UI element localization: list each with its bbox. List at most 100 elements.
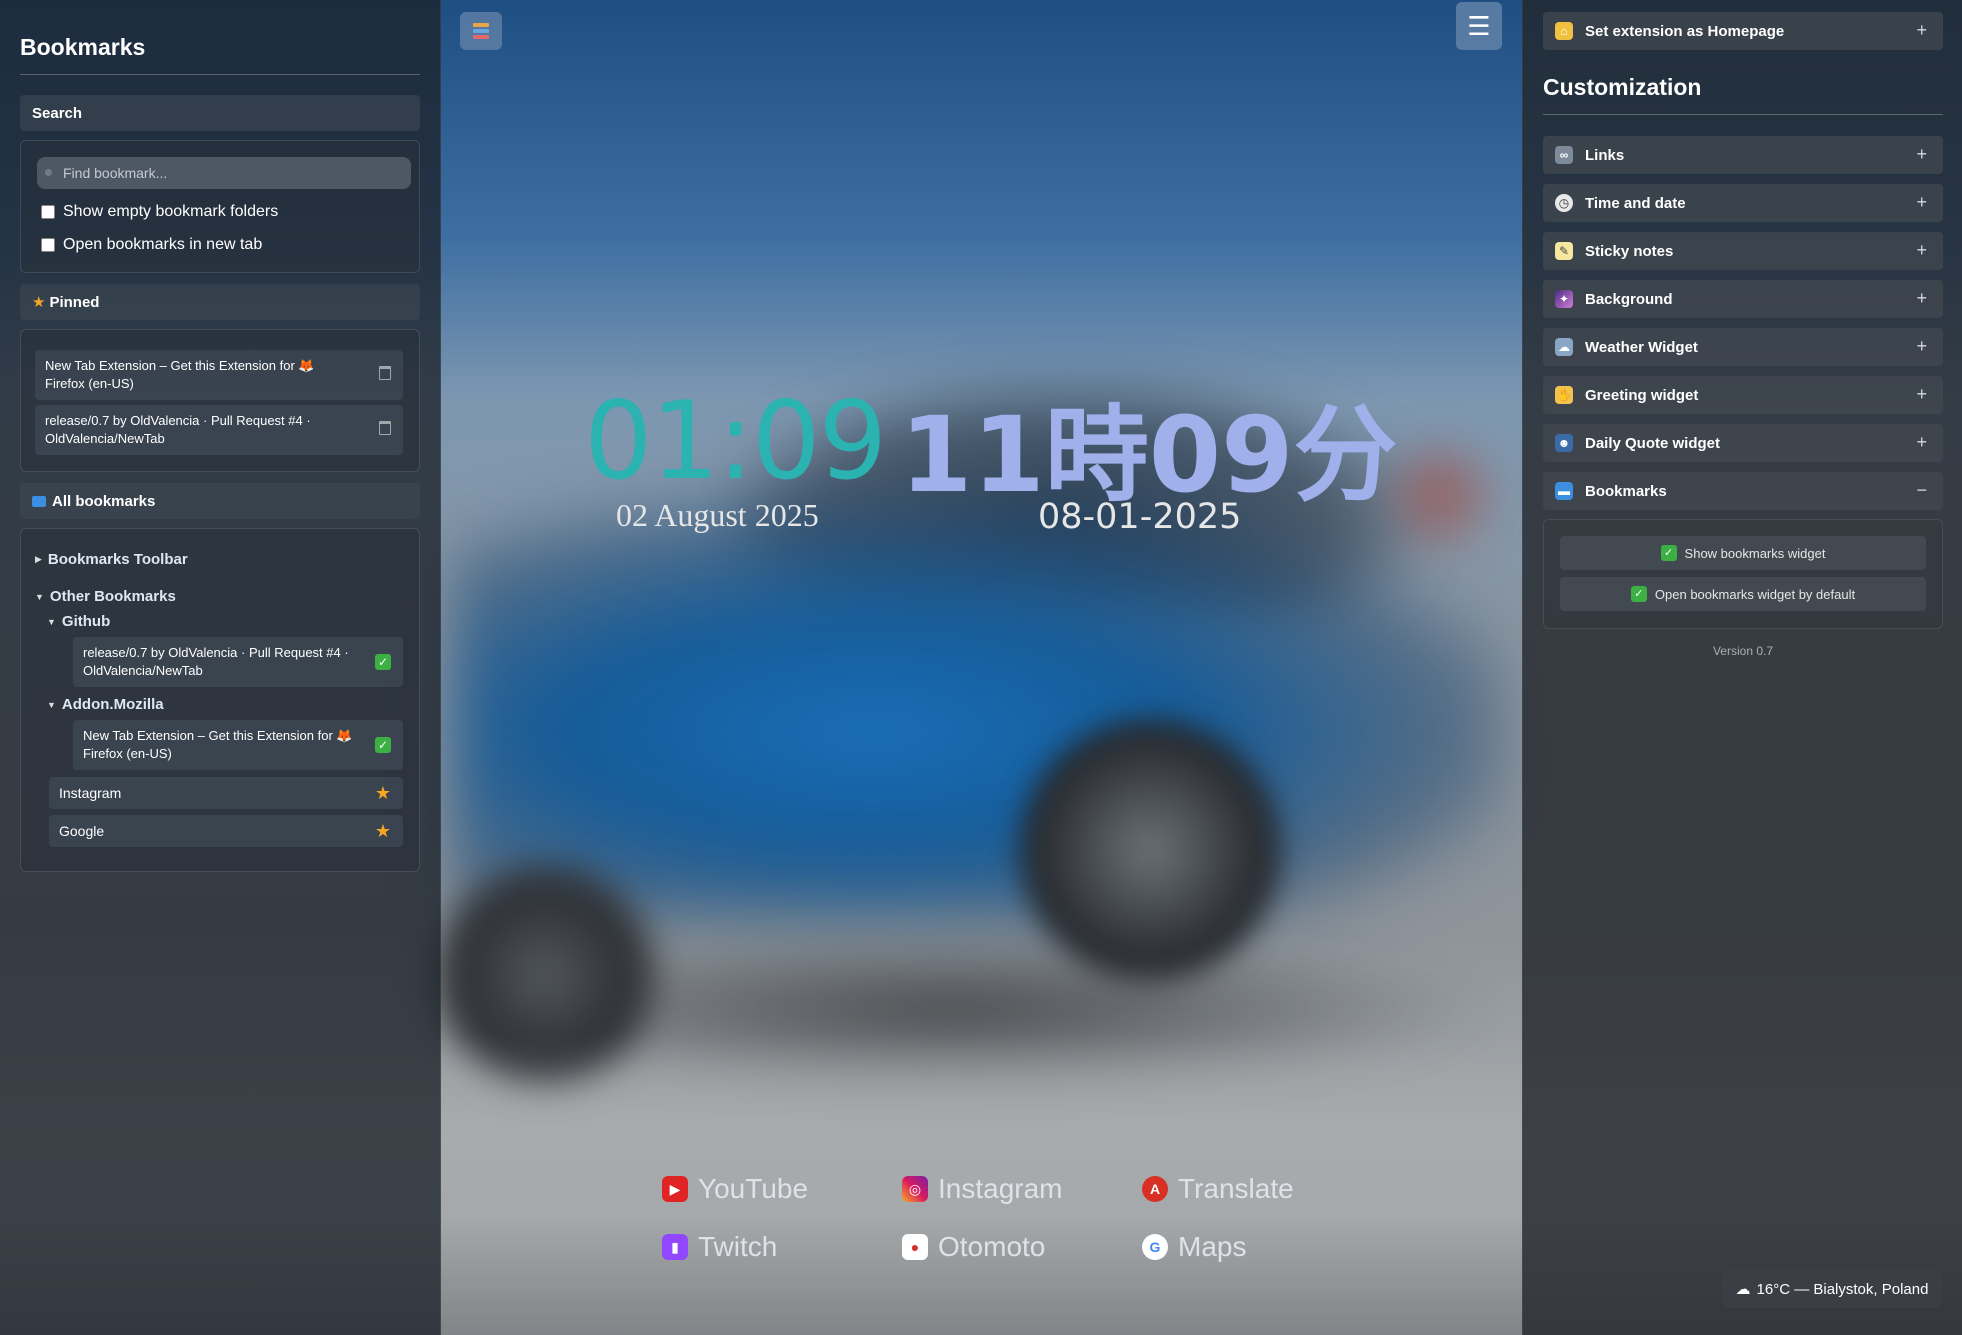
bookmarks-panel: Bookmarks Search Show empty bookmark fol… xyxy=(0,0,441,1335)
books-icon xyxy=(473,23,489,39)
section-bookmarks[interactable]: ▬ Bookmarks − xyxy=(1543,472,1943,510)
search-input[interactable] xyxy=(37,157,411,189)
pinned-item-title: New Tab Extension – Get this Extension f… xyxy=(45,358,315,391)
folder-addon-mozilla[interactable]: ▼ Addon.Mozilla xyxy=(47,696,164,713)
link-icon: ∞ xyxy=(1555,146,1573,164)
translate-icon: A xyxy=(1142,1176,1168,1202)
link-twitch[interactable]: ▮ Twitch xyxy=(662,1231,777,1263)
bookmark-title: Google xyxy=(59,823,105,839)
cloud-icon: ☁ xyxy=(1735,1281,1751,1298)
open-new-tab-label: Open bookmarks in new tab xyxy=(63,236,263,253)
star-icon[interactable]: ★ xyxy=(375,783,391,803)
link-youtube[interactable]: ▶ YouTube xyxy=(662,1173,808,1205)
section-label: Sticky notes xyxy=(1585,242,1674,260)
section-label: Background xyxy=(1585,290,1673,308)
star-icon[interactable]: ★ xyxy=(375,821,391,841)
set-homepage-button[interactable]: ⌂ Set extension as Homepage + xyxy=(1543,12,1943,50)
weather-badge[interactable]: ☁ 16°C — Bialystok, Poland xyxy=(1722,1270,1942,1308)
section-weather-widget[interactable]: ☁ Weather Widget + xyxy=(1543,328,1943,366)
link-translate[interactable]: A Translate xyxy=(1142,1173,1294,1205)
clock-date-numeric: 08-01-2025 xyxy=(1038,497,1242,537)
section-greeting-widget[interactable]: ✋ Greeting widget + xyxy=(1543,376,1943,414)
folder-icon: ▬ xyxy=(1555,482,1573,500)
checkbox-checked-icon[interactable]: ✓ xyxy=(1660,545,1677,561)
bookmark-item[interactable]: New Tab Extension – Get this Extension f… xyxy=(73,720,403,770)
bookmark-instagram[interactable]: Instagram ★ xyxy=(49,777,403,809)
pin-check-icon[interactable]: ✓ xyxy=(375,654,391,670)
section-time-date[interactable]: ◷ Time and date + xyxy=(1543,184,1943,222)
section-links[interactable]: ∞ Links + xyxy=(1543,136,1943,174)
clock-date: 02 August 2025 xyxy=(616,497,819,533)
section-daily-quote[interactable]: ☻ Daily Quote widget + xyxy=(1543,424,1943,462)
otomoto-icon: ● xyxy=(902,1234,928,1260)
link-instagram[interactable]: ◎ Instagram xyxy=(902,1173,1063,1205)
folder-label: Addon.Mozilla xyxy=(61,696,164,713)
section-background[interactable]: ✦ Background + xyxy=(1543,280,1943,318)
menu-button[interactable]: ☰ xyxy=(1456,2,1502,50)
waving-hand-icon: ✋ xyxy=(1555,386,1573,404)
star-icon: ★ xyxy=(32,294,46,311)
link-otomoto[interactable]: ● Otomoto xyxy=(902,1231,1045,1263)
night-sky-icon: ✦ xyxy=(1555,290,1573,308)
show-bookmarks-widget-toggle[interactable]: ✓ Show bookmarks widget xyxy=(1560,536,1926,570)
pin-check-icon[interactable]: ✓ xyxy=(375,737,391,753)
pinned-item[interactable]: New Tab Extension – Get this Extension f… xyxy=(35,350,403,400)
pinned-section: New Tab Extension – Get this Extension f… xyxy=(20,329,420,472)
pinned-item[interactable]: release/0.7 by OldValencia · Pull Reques… xyxy=(35,405,403,455)
youtube-icon: ▶ xyxy=(662,1176,688,1202)
bg-wheel xyxy=(1020,720,1280,980)
expand-icon: + xyxy=(1916,144,1927,164)
open-widget-default-toggle[interactable]: ✓ Open bookmarks widget by default xyxy=(1560,577,1926,611)
option-label: Show bookmarks widget xyxy=(1684,545,1826,561)
twitch-icon: ▮ xyxy=(662,1234,688,1260)
open-new-tab-option[interactable]: Open bookmarks in new tab xyxy=(41,236,262,254)
clock-icon: ◷ xyxy=(1555,194,1573,212)
divider xyxy=(1543,114,1943,115)
folder-bookmarks-toolbar[interactable]: ▶ Bookmarks Toolbar xyxy=(35,551,188,568)
customization-title: Customization xyxy=(1543,74,1702,100)
option-label: Open bookmarks widget by default xyxy=(1654,586,1856,602)
bookmark-title: New Tab Extension – Get this Extension f… xyxy=(83,728,353,761)
bookmark-item[interactable]: release/0.7 by OldValencia · Pull Reques… xyxy=(73,637,403,687)
chevron-right-icon: ▶ xyxy=(35,554,42,564)
checkbox-checked-icon[interactable]: ✓ xyxy=(1630,586,1647,602)
chevron-down-icon: ▼ xyxy=(47,699,56,710)
folder-github[interactable]: ▼ Github xyxy=(47,613,110,630)
weather-icon: ☁ xyxy=(1555,338,1573,356)
all-bookmarks-label: All bookmarks xyxy=(52,492,156,510)
expand-icon: + xyxy=(1916,384,1927,404)
trash-icon[interactable] xyxy=(379,421,391,435)
clock-time: 01:09 xyxy=(584,379,887,504)
trash-icon[interactable] xyxy=(379,366,391,380)
chevron-down-icon: ▼ xyxy=(47,616,56,627)
link-label: Twitch xyxy=(698,1231,778,1262)
bookmark-google[interactable]: Google ★ xyxy=(49,815,403,847)
chevron-down-icon: ▼ xyxy=(35,591,44,602)
all-bookmarks-section: ▶ Bookmarks Toolbar ▼ Other Bookmarks ▼ … xyxy=(20,528,420,872)
section-label: Time and date xyxy=(1585,194,1686,212)
pinned-header-label: Pinned xyxy=(49,293,100,311)
show-empty-folders-option[interactable]: Show empty bookmark folders xyxy=(41,203,278,221)
toggle-bookmarks-button[interactable] xyxy=(460,12,502,50)
expand-icon: + xyxy=(1916,336,1927,356)
expand-icon: + xyxy=(1916,288,1927,308)
bookmark-title: Instagram xyxy=(59,785,122,801)
link-label: Translate xyxy=(1178,1173,1294,1204)
weather-text: 16°C — Bialystok, Poland xyxy=(1756,1280,1929,1298)
google-icon: G xyxy=(1142,1234,1168,1260)
show-empty-folders-checkbox[interactable] xyxy=(41,205,55,219)
memo-icon: ✎ xyxy=(1555,242,1573,260)
expand-icon: + xyxy=(1916,192,1927,212)
search-header-label: Search xyxy=(32,104,83,122)
folder-other-bookmarks[interactable]: ▼ Other Bookmarks xyxy=(35,588,176,605)
section-sticky-notes[interactable]: ✎ Sticky notes + xyxy=(1543,232,1943,270)
expand-icon: + xyxy=(1916,240,1927,260)
bg-car-body xyxy=(450,500,1510,920)
search-section: Show empty bookmark folders Open bookmar… xyxy=(20,140,420,273)
open-new-tab-checkbox[interactable] xyxy=(41,238,55,252)
link-maps[interactable]: G Maps xyxy=(1142,1231,1246,1263)
set-homepage-label: Set extension as Homepage xyxy=(1585,22,1785,40)
show-empty-folders-label: Show empty bookmark folders xyxy=(63,203,279,220)
section-label: Weather Widget xyxy=(1585,338,1698,356)
section-label: Greeting widget xyxy=(1585,386,1699,404)
